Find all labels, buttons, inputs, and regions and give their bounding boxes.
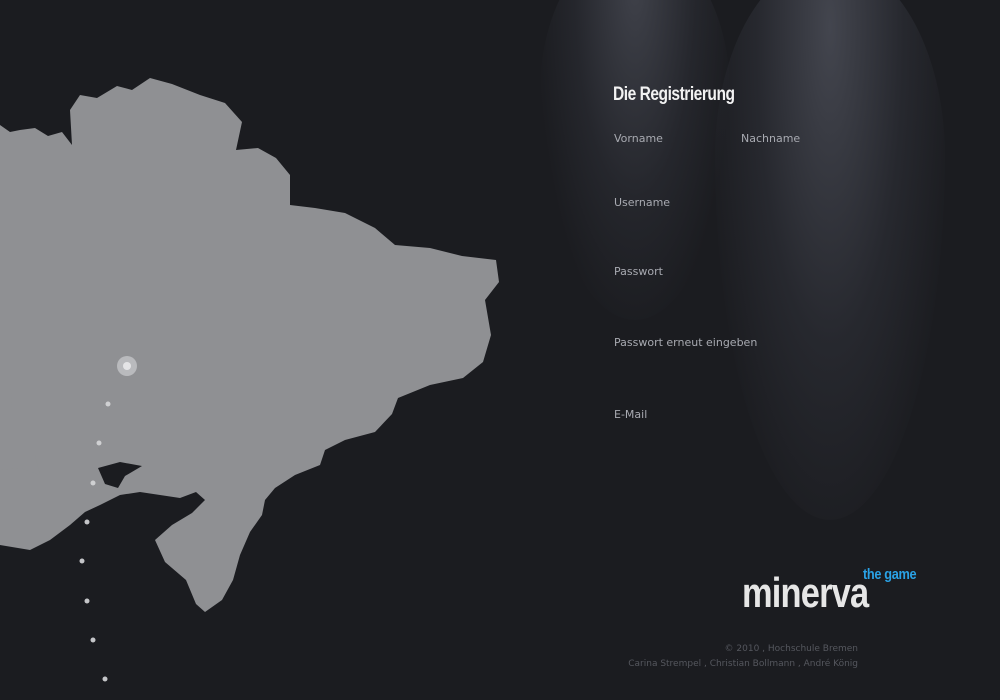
email-label: E-Mail [614,408,648,421]
path-dot-icon [105,401,111,407]
form-title: Die Registrierung [613,84,735,105]
username-field[interactable] [612,212,902,232]
vorname-field[interactable] [612,148,734,168]
map-landmass [0,78,499,612]
location-marker-icon-core [123,362,131,370]
nachname-field[interactable] [739,148,903,168]
world-map [0,78,499,682]
footer-authors: Carina Strempel , Christian Bollmann , A… [628,659,858,669]
path-dot-icon [84,598,90,604]
password-repeat-field[interactable] [612,352,902,372]
path-dot-icon [90,637,96,643]
path-dot-icon [102,676,108,682]
footer-copyright: © 2010 , Hochschule Bremen [724,644,858,654]
passwort-label: Passwort [614,265,663,278]
passwort-repeat-label: Passwort erneut eingeben [614,336,758,349]
path-dot-icon [90,480,96,486]
nachname-label: Nachname [741,132,801,145]
path-dot-icon [84,519,90,525]
path-dot-icon [96,440,102,446]
logo-wordmark: minerva [742,569,869,616]
password-field[interactable] [612,281,902,301]
path-dot-icon [79,558,85,564]
logo-tagline: the game [863,566,917,583]
vorname-label: Vorname [614,132,663,145]
username-label: Username [614,196,671,209]
email-field[interactable] [612,424,902,444]
